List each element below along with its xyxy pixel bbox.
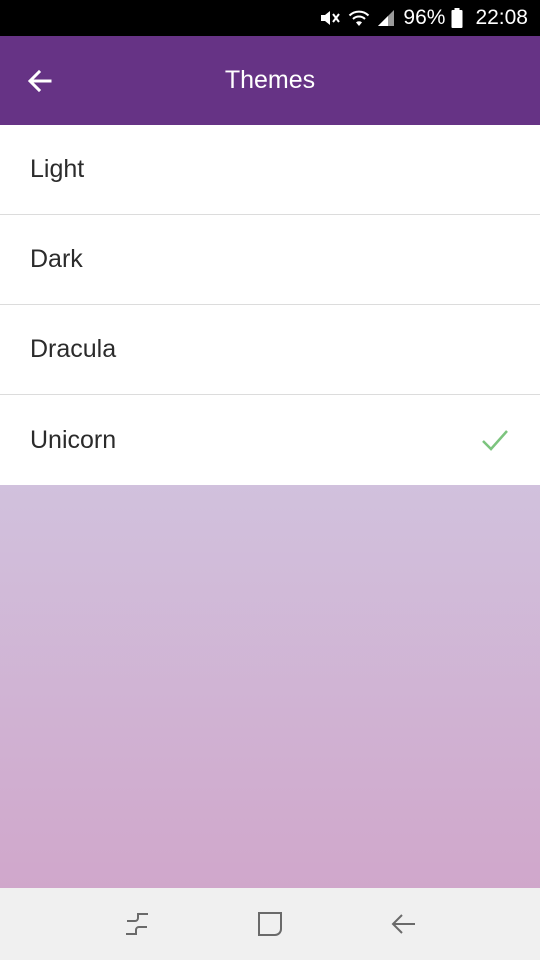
clock: 22:08 [475, 6, 528, 29]
check-icon [480, 428, 510, 452]
theme-item-dark[interactable]: Dark [0, 215, 540, 305]
theme-label: Unicorn [30, 425, 117, 454]
back-icon [391, 914, 416, 934]
theme-item-unicorn[interactable]: Unicorn [0, 395, 540, 485]
theme-list: Light Dark Dracula Unicorn [0, 125, 540, 485]
back-button[interactable] [18, 59, 62, 103]
app-bar: Themes [0, 36, 540, 125]
page-title: Themes [224, 66, 316, 94]
status-bar: 96% 22:08 [0, 0, 540, 36]
theme-item-light[interactable]: Light [0, 125, 540, 215]
wifi-icon [347, 8, 371, 28]
home-button[interactable] [248, 902, 292, 946]
recent-apps-icon [125, 913, 148, 935]
signal-icon [377, 9, 395, 27]
theme-label: Dracula [30, 335, 117, 363]
arrow-back-icon [27, 69, 52, 92]
theme-preview-background [0, 485, 540, 888]
theme-item-dracula[interactable]: Dracula [0, 305, 540, 395]
nav-back-button[interactable] [381, 902, 425, 946]
theme-label: Light [30, 155, 85, 183]
home-icon [257, 912, 282, 936]
navigation-bar [0, 888, 540, 960]
mute-icon [319, 8, 341, 28]
theme-label: Dark [30, 245, 83, 273]
recent-apps-button[interactable] [115, 902, 159, 946]
battery-icon [451, 8, 463, 28]
battery-percent: 96% [403, 6, 446, 29]
